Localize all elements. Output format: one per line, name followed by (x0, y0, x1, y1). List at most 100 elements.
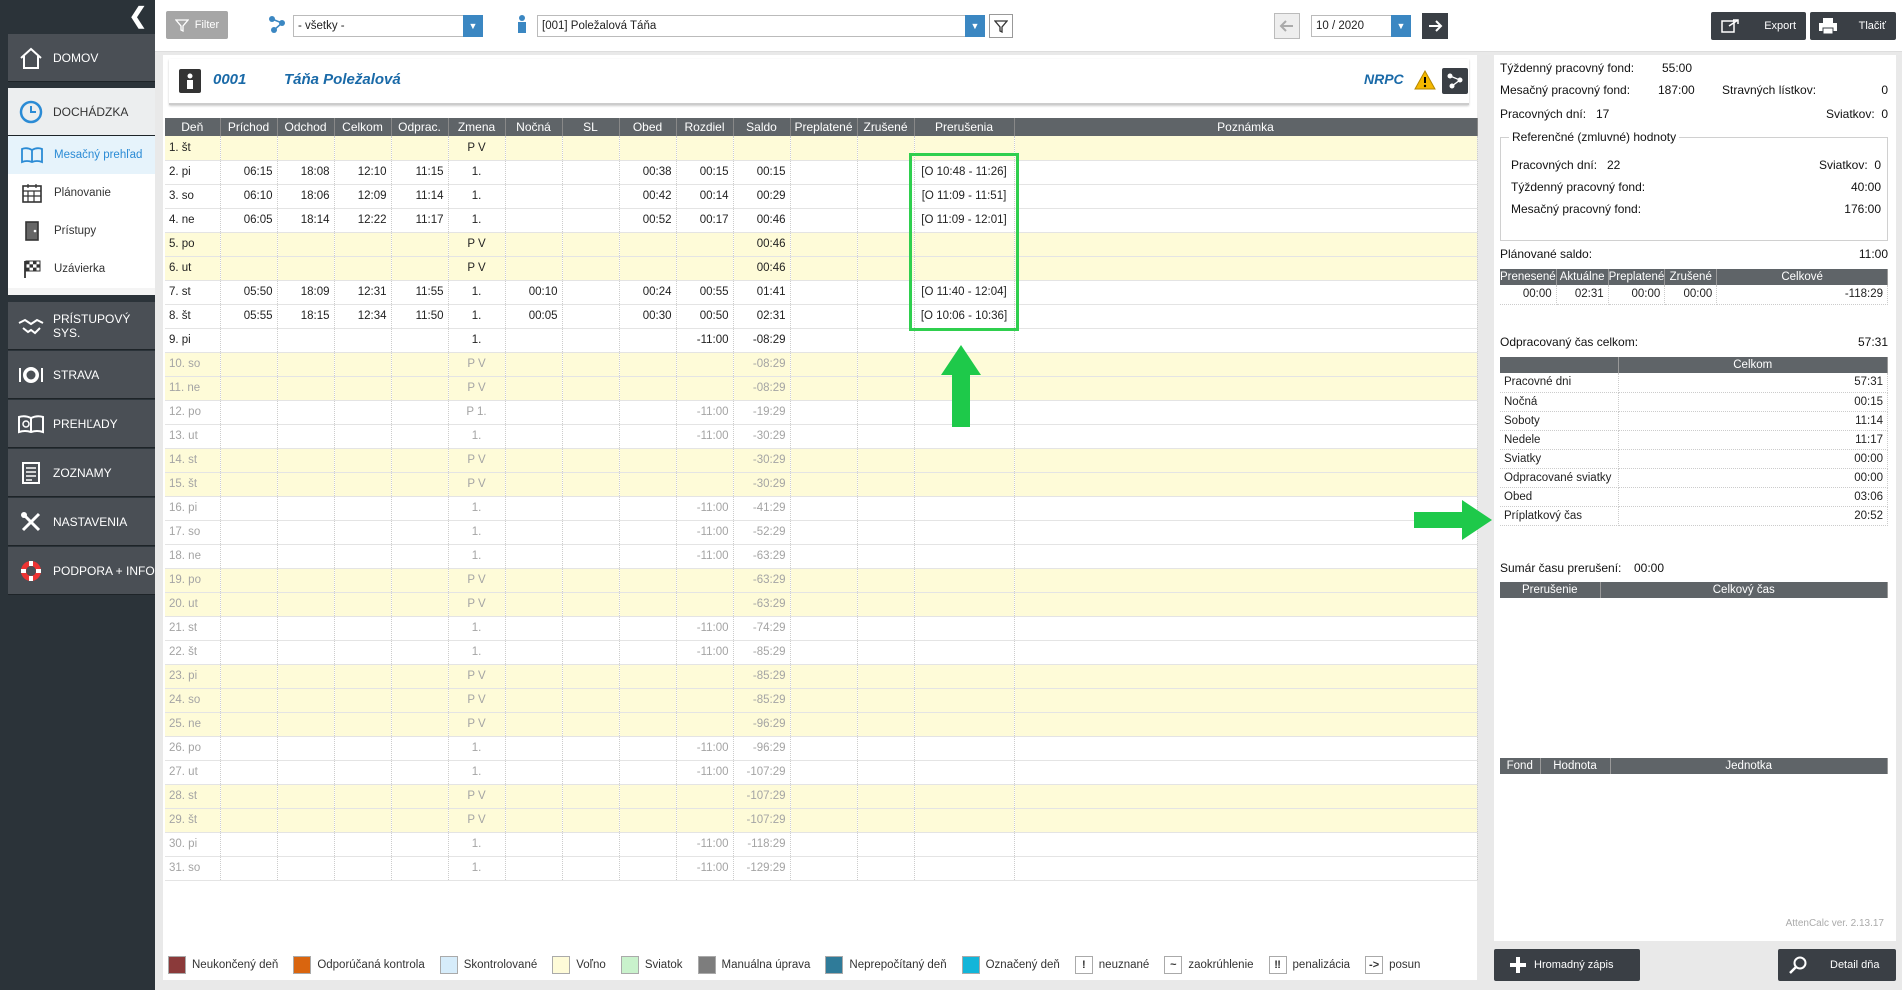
nav-support[interactable]: PODPORA + INFO (8, 547, 155, 595)
employee-select[interactable]: [001] Poležalová Táňa ▼ (537, 15, 985, 37)
employee-filter-button[interactable] (989, 14, 1013, 38)
filter-button[interactable]: Filter (166, 11, 228, 39)
table-row[interactable]: 26. po 1. -11:00 -96:29 (165, 736, 1478, 761)
column-header[interactable]: Deň (165, 118, 221, 136)
table-row[interactable]: 25. ne P V -96:29 (165, 712, 1478, 737)
cell-zm: P V (448, 664, 506, 689)
cell-zm: 1. (448, 760, 506, 785)
worked-col-blank (1500, 357, 1619, 373)
column-header[interactable]: Zrušené (857, 118, 915, 136)
day-detail-button[interactable]: Detail dňa (1778, 949, 1896, 981)
cell-odc: 18:06 (277, 184, 335, 209)
column-header[interactable]: Celkom (334, 118, 392, 136)
table-row[interactable]: 11. ne P V -08:29 (165, 376, 1478, 401)
nav-food[interactable]: STRAVA (8, 351, 155, 399)
cell-zr (857, 304, 915, 329)
cell-pri (220, 784, 278, 809)
bulk-entry-button[interactable]: Hromadný zápis (1494, 949, 1640, 981)
column-header[interactable]: Poznámka (1014, 118, 1478, 136)
prev-period-button[interactable] (1274, 13, 1300, 39)
table-row[interactable]: 10. so P V -08:29 (165, 352, 1478, 377)
cell-ob: 00:38 (619, 160, 677, 185)
warning-icon[interactable] (1414, 69, 1436, 93)
print-button[interactable]: Tlačiť (1810, 12, 1896, 40)
sidebar-item-closing[interactable]: Uzávierka (8, 250, 155, 288)
cell-odc (277, 640, 335, 665)
sidebar-item-access[interactable]: Prístupy (8, 212, 155, 250)
column-header[interactable]: Odprac. (391, 118, 449, 136)
cell-d: 18. ne (165, 544, 221, 569)
cell-cel: 12:10 (334, 160, 392, 185)
table-row[interactable]: 9. pi 1. -11:00 -08:29 (165, 328, 1478, 353)
cell-sl (562, 664, 620, 689)
sidebar-item-monthly-overview[interactable]: Mesačný prehľad (8, 136, 155, 174)
worked-row: Soboty 11:14 (1500, 411, 1888, 431)
cell-pri (220, 568, 278, 593)
table-row[interactable]: 4. ne 06:05 18:14 12:22 11:17 1. 00:52 00:17 00:… (165, 208, 1478, 233)
column-header[interactable]: Preplatené (790, 118, 858, 136)
cell-cel (334, 400, 392, 425)
table-row[interactable]: 1. št P V (165, 136, 1478, 161)
column-header[interactable]: Saldo (733, 118, 791, 136)
worked-key: Pracovné dni (1500, 373, 1619, 393)
table-row[interactable]: 6. ut P V 00:46 (165, 256, 1478, 281)
column-header[interactable]: Príchod (220, 118, 278, 136)
export-icon (1721, 19, 1739, 33)
table-row[interactable]: 22. št 1. -11:00 -85:29 (165, 640, 1478, 665)
group-select[interactable]: - všetky - ▼ (293, 15, 483, 37)
table-row[interactable]: 24. so P V -85:29 (165, 688, 1478, 713)
employee-info-icon[interactable] (179, 69, 201, 93)
table-row[interactable]: 21. st 1. -11:00 -74:29 (165, 616, 1478, 641)
table-row[interactable]: 7. st 05:50 18:09 12:31 11:55 1. 00:10 00:24 00:… (165, 280, 1478, 305)
column-header[interactable]: Obed (619, 118, 677, 136)
collapse-sidebar-icon[interactable]: ❮ (129, 4, 147, 28)
nav-settings[interactable]: NASTAVENIA (8, 498, 155, 546)
table-row[interactable]: 13. ut 1. -11:00 -30:29 (165, 424, 1478, 449)
table-row[interactable]: 5. po P V 00:46 (165, 232, 1478, 257)
table-row[interactable]: 12. po P 1. -11:00 -19:29 (165, 400, 1478, 425)
table-row[interactable]: 2. pi 06:15 18:08 12:10 11:15 1. 00:38 00:15 00:… (165, 160, 1478, 185)
cell-pri (220, 448, 278, 473)
column-header[interactable]: Rozdiel (676, 118, 734, 136)
table-row[interactable]: 27. ut 1. -11:00 -107:29 (165, 760, 1478, 785)
nav-overviews[interactable]: PREHĽADY (8, 400, 155, 448)
cell-no (505, 256, 563, 281)
cell-sl (562, 256, 620, 281)
sidebar-item-planning[interactable]: Plánovanie (8, 174, 155, 212)
cell-pre (790, 760, 858, 785)
nav-access-system[interactable]: PRÍSTUPOVÝ SYS. (8, 302, 155, 350)
table-row[interactable]: 23. pi P V -85:29 (165, 664, 1478, 689)
column-header[interactable]: Odchod (277, 118, 335, 136)
structure-button[interactable] (1442, 68, 1468, 94)
cell-pri (220, 616, 278, 641)
column-header[interactable]: SL (562, 118, 620, 136)
column-header[interactable]: Nočná (505, 118, 563, 136)
table-row[interactable]: 31. so 1. -11:00 -129:29 (165, 856, 1478, 881)
period-select[interactable]: 10 / 2020 ▼ (1311, 15, 1411, 37)
table-row[interactable]: 16. pi 1. -11:00 -41:29 (165, 496, 1478, 521)
cell-ob (619, 712, 677, 737)
nav-attendance[interactable]: DOCHÁDZKA (8, 88, 155, 136)
table-row[interactable]: 20. ut P V -63:29 (165, 592, 1478, 617)
nav-lists[interactable]: ZOZNAMY (8, 449, 155, 497)
table-row[interactable]: 29. št P V -107:29 (165, 808, 1478, 833)
table-row[interactable]: 3. so 06:10 18:06 12:09 11:14 1. 00:42 00:14 00:… (165, 184, 1478, 209)
cell-odp (391, 640, 449, 665)
table-row[interactable]: 8. št 05:55 18:15 12:34 11:50 1. 00:05 00:30 00:… (165, 304, 1478, 329)
column-header[interactable]: Zmena (448, 118, 506, 136)
table-row[interactable]: 18. ne 1. -11:00 -63:29 (165, 544, 1478, 569)
table-row[interactable]: 28. st P V -107:29 (165, 784, 1478, 809)
table-row[interactable]: 14. st P V -30:29 (165, 448, 1478, 473)
next-period-button[interactable] (1422, 13, 1448, 39)
table-row[interactable]: 30. pi 1. -11:00 -118:29 (165, 832, 1478, 857)
table-row[interactable]: 15. št P V -30:29 (165, 472, 1478, 497)
column-header[interactable]: Prerušenia (914, 118, 1015, 136)
table-row[interactable]: 19. po P V -63:29 (165, 568, 1478, 593)
cell-d: 29. št (165, 808, 221, 833)
cell-zm: 1. (448, 304, 506, 329)
nav-home[interactable]: DOMOV (8, 34, 155, 82)
table-row[interactable]: 17. so 1. -11:00 -52:29 (165, 520, 1478, 545)
cell-zm: P V (448, 568, 506, 593)
export-button[interactable]: Export (1711, 12, 1806, 40)
cell-pre (790, 160, 858, 185)
